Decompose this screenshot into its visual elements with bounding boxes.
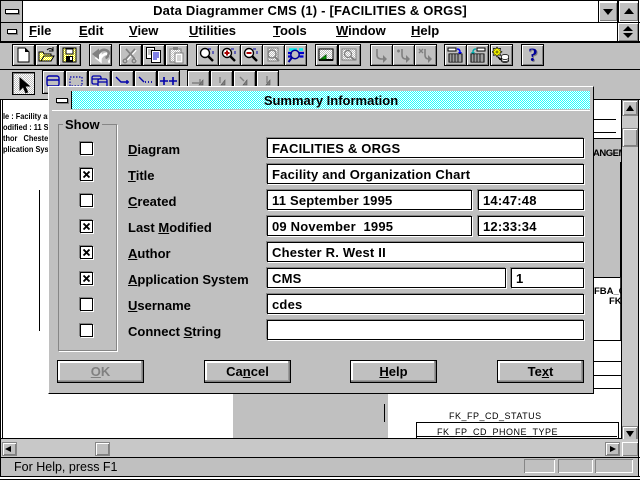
svg-text:?: ? bbox=[528, 46, 538, 64]
